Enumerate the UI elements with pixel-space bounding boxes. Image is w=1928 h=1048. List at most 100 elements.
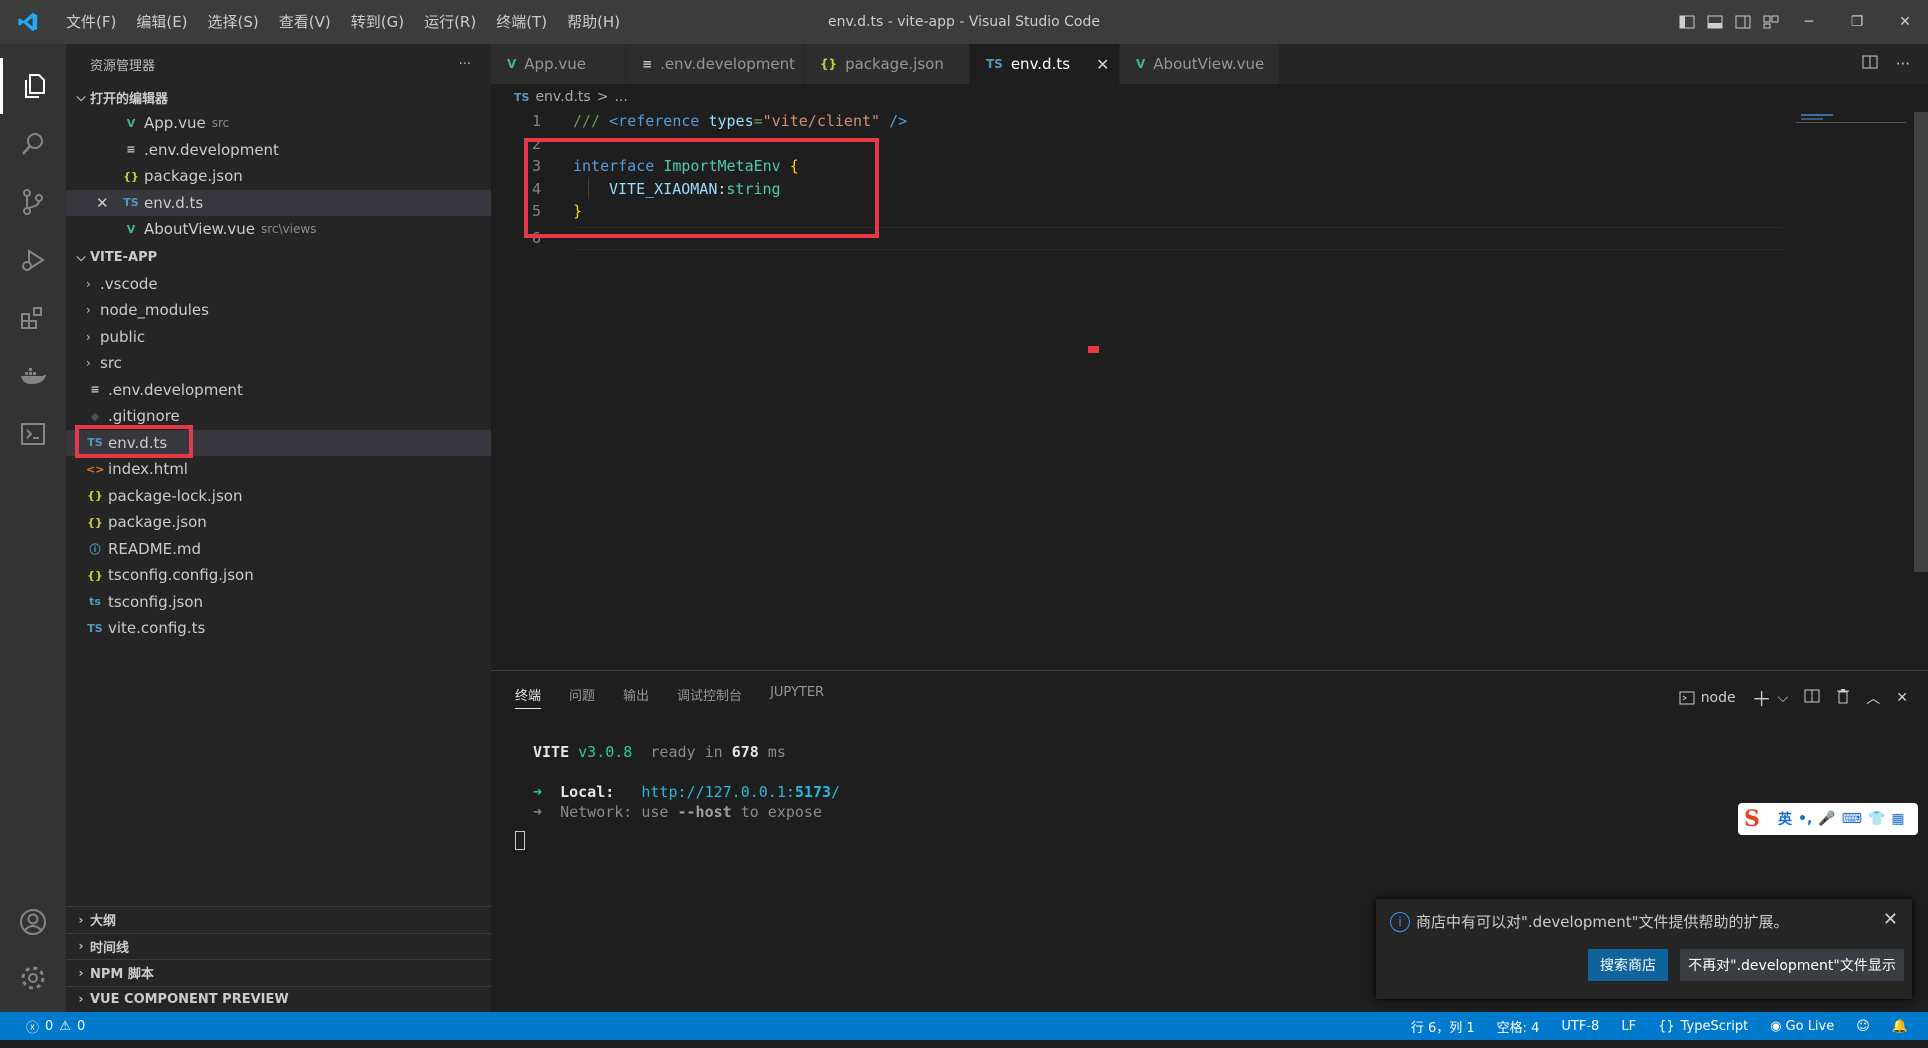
menu-help[interactable]: 帮助(H) — [557, 0, 630, 44]
folder-item[interactable]: › src — [66, 350, 491, 377]
terminal-token[interactable]: 5173 — [795, 783, 831, 801]
feedback-icon[interactable]: ☺ — [1856, 1019, 1870, 1034]
minimize-icon[interactable]: ─ — [1786, 0, 1832, 44]
tab-output[interactable]: 输出 — [623, 685, 649, 709]
sogou-logo-icon[interactable]: S — [1744, 806, 1772, 832]
menu-selection[interactable]: 选择(S) — [198, 0, 269, 44]
tab-env-d-ts[interactable]: TS env.d.ts ✕ — [970, 44, 1120, 84]
outline-section[interactable]: › 大纲 — [66, 906, 491, 933]
ime-toolbox-icon[interactable]: ▦ — [1891, 811, 1904, 827]
code-editor[interactable]: 1 /// <reference types="vite/client" /> … — [491, 108, 1928, 670]
toggle-secondary-sidebar-icon[interactable] — [1730, 0, 1756, 44]
tab-debug-console[interactable]: 调试控制台 — [677, 685, 742, 709]
open-editors-section[interactable]: ⌵ 打开的编辑器 — [66, 84, 491, 110]
end-of-line[interactable]: LF — [1621, 1019, 1636, 1034]
file-item[interactable]: ts tsconfig.json — [66, 589, 491, 616]
file-item[interactable]: <> index.html — [66, 456, 491, 483]
menu-go[interactable]: 转到(G) — [341, 0, 414, 44]
docker-icon[interactable] — [0, 348, 66, 404]
new-terminal-icon[interactable]: ＋ — [1752, 683, 1772, 712]
file-item[interactable]: TS vite.config.ts — [66, 615, 491, 642]
terminal-token[interactable]: / — [831, 783, 840, 801]
folder-item[interactable]: › .vscode — [66, 271, 491, 298]
more-actions-icon[interactable]: ··· — [1896, 55, 1910, 73]
close-panel-icon[interactable]: ✕ — [1896, 690, 1908, 706]
encoding[interactable]: UTF-8 — [1561, 1019, 1599, 1034]
minimap-slider[interactable] — [1796, 122, 1906, 123]
extensions-icon[interactable] — [0, 290, 66, 346]
editor-scrollbar[interactable] — [1914, 112, 1928, 572]
npm-scripts-section[interactable]: › NPM 脚本 — [66, 959, 491, 986]
terminal-selector[interactable]: node — [1679, 690, 1736, 706]
tab-terminal[interactable]: 终端 — [515, 685, 542, 709]
restore-icon[interactable]: ❐ — [1834, 0, 1880, 44]
open-editor-item[interactable]: ≡ .env.development — [66, 137, 491, 164]
explorer-icon[interactable] — [0, 58, 66, 114]
search-icon[interactable] — [0, 116, 66, 172]
dont-show-again-button[interactable]: 不再对".development"文件显示 — [1680, 949, 1904, 981]
terminal-view-icon[interactable] — [0, 406, 66, 462]
tab-app-vue[interactable]: V App.vue — [491, 44, 626, 84]
tab-aboutview-vue[interactable]: V AboutView.vue — [1120, 44, 1280, 84]
ime-keyboard-icon[interactable]: ⌨ — [1842, 811, 1862, 827]
open-editor-item-active[interactable]: ✕ TS env.d.ts — [66, 189, 491, 216]
split-editor-icon[interactable] — [1862, 55, 1878, 73]
indentation[interactable]: 空格: 4 — [1497, 1017, 1540, 1036]
red-marker — [1088, 346, 1099, 353]
breadcrumb-file[interactable]: env.d.ts — [535, 89, 590, 105]
file-item[interactable]: ≡ .env.development — [66, 377, 491, 404]
close-notification-icon[interactable]: ✕ — [1883, 909, 1898, 930]
notifications-bell-icon[interactable]: 🔔 — [1892, 1019, 1908, 1034]
tab-package-json[interactable]: {} package.json — [804, 44, 970, 84]
project-section[interactable]: ⌵ VITE-APP — [66, 245, 491, 271]
terminal-token[interactable]: http://127.0.0.1: — [614, 783, 795, 801]
close-tab-icon[interactable]: ✕ — [1096, 55, 1109, 74]
ime-punct-icon[interactable]: •, — [1798, 811, 1812, 827]
run-debug-icon[interactable] — [0, 232, 66, 288]
go-live-button[interactable]: ◉ Go Live — [1770, 1019, 1834, 1034]
menu-run[interactable]: 运行(R) — [414, 0, 486, 44]
timeline-section[interactable]: › 时间线 — [66, 932, 491, 960]
menu-file[interactable]: 文件(F) — [56, 0, 126, 44]
tab-problems[interactable]: 问题 — [569, 685, 595, 709]
close-window-icon[interactable]: ✕ — [1882, 0, 1928, 44]
tab-jupyter[interactable]: JUPYTER — [770, 685, 824, 709]
chevron-down-icon[interactable]: ⌵ — [1778, 690, 1789, 706]
chevron-right-icon: › — [78, 939, 84, 954]
menu-edit[interactable]: 编辑(E) — [126, 0, 197, 44]
terminal-line: ➜ Local: http://127.0.0.1:5173/ — [533, 783, 840, 801]
ime-lang-toggle[interactable]: 英 — [1778, 809, 1792, 829]
close-editor-icon[interactable]: ✕ — [96, 194, 109, 212]
folder-item[interactable]: › public — [66, 324, 491, 351]
split-terminal-icon[interactable] — [1804, 689, 1820, 707]
file-item[interactable]: ⓘ README.md — [66, 536, 491, 563]
settings-gear-icon[interactable] — [0, 950, 66, 1006]
ime-skin-icon[interactable]: 👕 — [1868, 811, 1885, 827]
accounts-icon[interactable] — [0, 894, 66, 950]
trash-icon[interactable] — [1836, 688, 1850, 708]
maximize-panel-icon[interactable]: ︿ — [1866, 688, 1880, 708]
folder-item[interactable]: › node_modules — [66, 297, 491, 324]
language-mode[interactable]: {} TypeScript — [1658, 1019, 1748, 1034]
open-editor-item[interactable]: V App.vue src — [66, 110, 491, 137]
open-editor-name: package.json — [144, 167, 243, 186]
open-editor-item[interactable]: {} package.json — [66, 163, 491, 190]
toggle-sidebar-icon[interactable] — [1674, 0, 1700, 44]
tab-env-development[interactable]: ≡ .env.development — [626, 44, 804, 84]
file-item[interactable]: {} package.json — [66, 509, 491, 536]
file-item[interactable]: {} package-lock.json — [66, 483, 491, 510]
ime-mic-icon[interactable]: 🎤 — [1818, 811, 1835, 827]
cursor-position[interactable]: 行 6，列 1 — [1411, 1017, 1475, 1036]
open-editor-item[interactable]: V AboutView.vue src\views — [66, 216, 491, 243]
customize-layout-icon[interactable] — [1758, 0, 1784, 44]
file-item[interactable]: {} tsconfig.config.json — [66, 562, 491, 589]
source-control-icon[interactable] — [0, 174, 66, 230]
toggle-panel-icon[interactable] — [1702, 0, 1728, 44]
problems-indicator[interactable]: ⓧ 0 ⚠ 0 — [26, 1017, 85, 1036]
menu-view[interactable]: 查看(V) — [269, 0, 341, 44]
vue-preview-section[interactable]: › VUE COMPONENT PREVIEW — [66, 985, 491, 1013]
search-store-button[interactable]: 搜索商店 — [1588, 949, 1668, 981]
menu-terminal[interactable]: 终端(T) — [486, 0, 557, 44]
explorer-more-icon[interactable]: ··· — [459, 57, 471, 72]
breadcrumb-symbols[interactable]: ... — [614, 89, 627, 105]
